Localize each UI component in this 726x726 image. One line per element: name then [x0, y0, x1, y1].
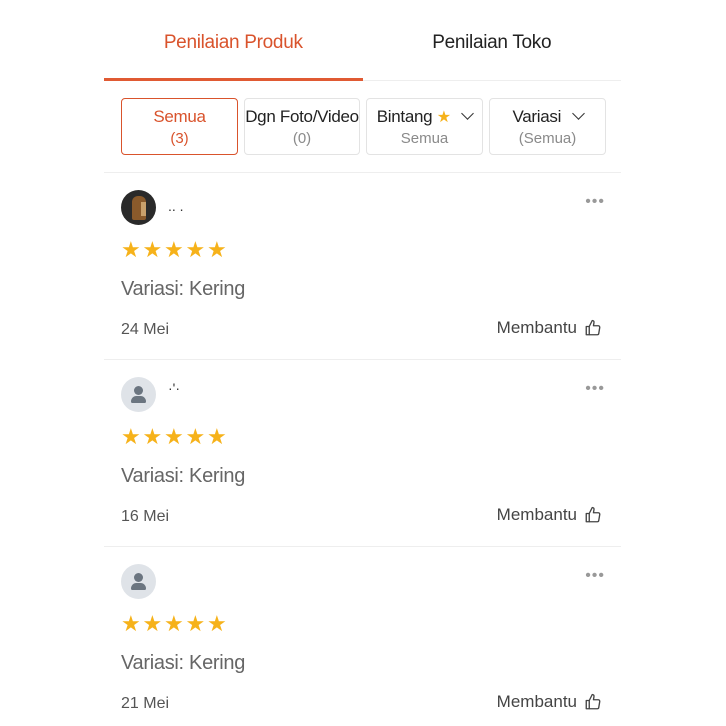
helpful-label: Membantu	[496, 505, 577, 524]
review-variation: Variasi: Kering	[121, 278, 246, 300]
helpful-button[interactable]: Membantu	[497, 318, 602, 338]
star-icon: ★	[207, 611, 227, 636]
tab-bar: Penilaian Produk Penilaian Toko	[104, 0, 621, 81]
thumbs-up-icon	[585, 693, 601, 710]
helpful-button[interactable]: Membantu	[497, 505, 602, 525]
review-date: 16 Mei	[121, 508, 170, 525]
filter-rating-label: Bintang	[376, 107, 433, 126]
username: ·'·	[168, 380, 180, 396]
username: .. .	[168, 198, 184, 214]
star-icon: ★	[436, 109, 451, 126]
review-item: ·'· ••• ★★★★★ Variasi: Kering 16 Mei Mem…	[104, 360, 621, 547]
star-icon: ★	[185, 424, 206, 449]
filter-rating[interactable]: Bintang ★ Semua	[366, 98, 483, 155]
filter-with-media-count: (0)	[292, 130, 312, 147]
review-item: .. . ••• ★★★★★ Variasi: Kering 24 Mei Me…	[104, 173, 621, 360]
chevron-down-icon	[461, 107, 475, 120]
avatar	[121, 564, 156, 599]
review-variation: Variasi: Kering	[121, 652, 246, 674]
star-icon: ★	[121, 237, 141, 262]
tab-product-reviews[interactable]: Penilaian Produk	[104, 0, 363, 80]
star-icon: ★	[164, 237, 184, 262]
star-icon: ★	[185, 237, 206, 262]
filter-with-media-label: Dgn Foto/Video	[245, 107, 359, 126]
filter-all[interactable]: Semua (3)	[121, 98, 238, 155]
star-icon: ★	[164, 611, 184, 636]
star-icon: ★	[121, 611, 141, 636]
review-date: 21 Mei	[121, 695, 170, 712]
star-icon: ★	[207, 237, 227, 262]
more-options-icon[interactable]: •••	[585, 567, 605, 585]
rating-stars: ★★★★★	[121, 237, 229, 263]
tab-shop-reviews[interactable]: Penilaian Toko	[363, 0, 622, 80]
more-options-icon[interactable]: •••	[585, 193, 605, 211]
avatar	[121, 377, 156, 412]
filter-all-label: Semua	[153, 107, 206, 126]
star-icon: ★	[185, 611, 206, 636]
filter-rating-value: Semua	[400, 130, 449, 147]
filter-variation-value: (Semua)	[518, 130, 577, 147]
star-icon: ★	[164, 424, 184, 449]
filter-bar: Semua (3) Dgn Foto/Video (0) Bintang ★ S…	[104, 81, 621, 173]
helpful-label: Membantu	[496, 318, 577, 337]
helpful-button[interactable]: Membantu	[497, 692, 602, 712]
filter-variation-label: Variasi	[512, 107, 562, 126]
star-icon: ★	[142, 237, 163, 262]
chevron-down-icon	[571, 107, 585, 120]
star-icon: ★	[121, 424, 141, 449]
star-icon: ★	[142, 424, 163, 449]
avatar	[121, 190, 156, 225]
more-options-icon[interactable]: •••	[585, 380, 605, 398]
helpful-label: Membantu	[496, 692, 577, 711]
review-variation: Variasi: Kering	[121, 465, 246, 487]
rating-stars: ★★★★★	[121, 424, 229, 450]
filter-variation[interactable]: Variasi (Semua)	[489, 98, 606, 155]
review-item: ••• ★★★★★ Variasi: Kering 21 Mei Membant…	[104, 547, 621, 726]
thumbs-up-icon	[585, 319, 601, 336]
filter-all-count: (3)	[170, 130, 189, 147]
reviews-panel: Penilaian Produk Penilaian Toko Semua (3…	[104, 0, 621, 726]
rating-stars: ★★★★★	[121, 611, 229, 637]
thumbs-up-icon	[585, 506, 601, 523]
review-date: 24 Mei	[121, 321, 170, 338]
star-icon: ★	[207, 424, 227, 449]
filter-with-media[interactable]: Dgn Foto/Video (0)	[244, 98, 360, 155]
star-icon: ★	[142, 611, 163, 636]
